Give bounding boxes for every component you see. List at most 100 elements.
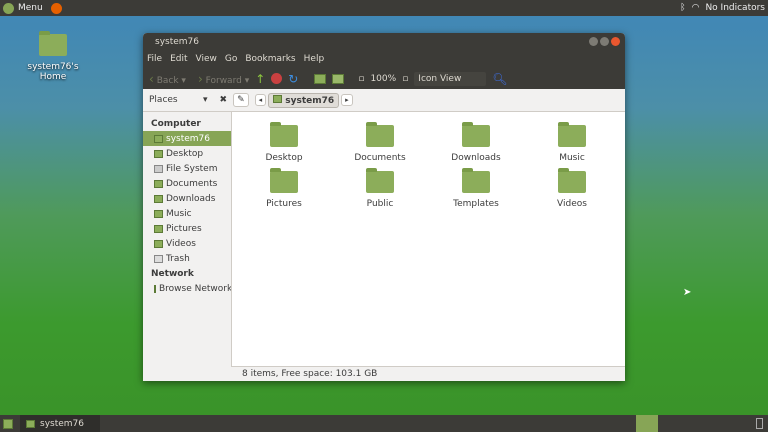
sidebar-label: Videos: [166, 239, 196, 249]
close-button[interactable]: [611, 37, 620, 46]
videos-icon: [154, 240, 163, 248]
menu-button[interactable]: Menu: [3, 3, 62, 14]
up-icon[interactable]: ↑: [255, 72, 265, 86]
file-item-public[interactable]: Public: [332, 166, 428, 206]
back-button[interactable]: ‹ Back ▾: [149, 72, 186, 86]
firefox-icon[interactable]: [51, 3, 62, 14]
sidebar-label: Desktop: [166, 149, 203, 159]
music-folder-icon: [558, 125, 586, 147]
zoom-level: 100%: [370, 74, 396, 84]
desktop-home-icon[interactable]: system76's Home: [14, 34, 92, 82]
file-label: Videos: [524, 199, 620, 209]
breadcrumb[interactable]: system76: [268, 93, 339, 108]
sidebar-item-documents[interactable]: Documents: [143, 176, 231, 191]
indicators-label[interactable]: No Indicators: [705, 3, 765, 13]
documents-icon: [154, 180, 163, 188]
menu-go[interactable]: Go: [225, 54, 237, 64]
status-bar: 8 items, Free space: 103.1 GB: [232, 366, 625, 381]
sidebar-item-music[interactable]: Music: [143, 206, 231, 221]
file-item-music[interactable]: Music: [524, 120, 620, 160]
menu-edit[interactable]: Edit: [170, 54, 187, 64]
places-dropdown-icon[interactable]: ▾: [203, 95, 208, 105]
zoom-in-icon[interactable]: ▫: [402, 74, 408, 84]
sidebar: Computer system76 Desktop File System Do…: [143, 112, 232, 367]
sidebar-label: Pictures: [166, 224, 202, 234]
sidebar-item-browse-network[interactable]: Browse Network: [143, 281, 231, 296]
back-label: Back: [157, 76, 179, 86]
menu-view[interactable]: View: [196, 54, 217, 64]
file-item-downloads[interactable]: Downloads: [428, 120, 524, 160]
top-panel: Menu ᛒ ◠ No Indicators: [0, 0, 768, 16]
sidebar-item-videos[interactable]: Videos: [143, 236, 231, 251]
view-mode-select[interactable]: Icon View: [414, 72, 486, 86]
network-header: Network: [143, 266, 231, 281]
sidebar-item-system76[interactable]: system76: [143, 131, 231, 146]
forward-label: Forward: [206, 76, 242, 86]
file-label: Pictures: [236, 199, 332, 209]
desktop-folder-icon: [270, 125, 298, 147]
trash-icon: [154, 255, 163, 263]
search-icon[interactable]: 🔍︎: [492, 72, 507, 86]
file-label: Music: [524, 153, 620, 163]
menu-file[interactable]: File: [147, 54, 162, 64]
sidebar-item-desktop[interactable]: Desktop: [143, 146, 231, 161]
sidebar-item-trash[interactable]: Trash: [143, 251, 231, 266]
downloads-icon: [154, 195, 163, 203]
crumb-left-button[interactable]: ◂: [255, 94, 267, 106]
desktop-icon: [154, 150, 163, 158]
forward-button[interactable]: › Forward ▾: [198, 72, 249, 86]
computer-icon[interactable]: [332, 74, 344, 84]
sidebar-label: Downloads: [166, 194, 215, 204]
sidebar-label: Trash: [166, 254, 190, 264]
folder-icon: [26, 420, 35, 428]
show-desktop-icon[interactable]: [3, 419, 13, 429]
home-icon: [154, 135, 163, 143]
taskbar-item-system76[interactable]: system76: [20, 415, 100, 432]
zoom-out-icon[interactable]: ▫: [358, 74, 364, 84]
home-icon[interactable]: [314, 74, 326, 84]
computer-header: Computer: [143, 116, 231, 131]
stop-icon[interactable]: [271, 73, 282, 84]
file-item-documents[interactable]: Documents: [332, 120, 428, 160]
trash-applet-icon[interactable]: [756, 418, 763, 429]
sidebar-label: Documents: [166, 179, 217, 189]
sidebar-item-pictures[interactable]: Pictures: [143, 221, 231, 236]
drive-icon: [154, 165, 163, 173]
sidebar-label: File System: [166, 164, 217, 174]
minimize-button[interactable]: [589, 37, 598, 46]
home-label: system76's Home: [14, 62, 92, 82]
title-bar[interactable]: system76: [143, 33, 625, 50]
toolbar: ‹ Back ▾ › Forward ▾ ↑ ↻ ▫ 100% ▫ Icon V…: [143, 68, 625, 89]
edit-path-button[interactable]: ✎: [233, 93, 249, 107]
breadcrumb-label: system76: [285, 96, 334, 106]
file-view[interactable]: Desktop Documents Downloads Music Pictur…: [232, 112, 625, 367]
menu-bookmarks[interactable]: Bookmarks: [245, 54, 295, 64]
file-label: Templates: [428, 199, 524, 209]
wifi-icon[interactable]: ◠: [692, 3, 700, 13]
bluetooth-icon[interactable]: ᛒ: [680, 3, 685, 13]
sidebar-item-file-system[interactable]: File System: [143, 161, 231, 176]
back-arrow-icon: ‹: [149, 72, 154, 86]
file-item-videos[interactable]: Videos: [524, 166, 620, 206]
public-folder-icon: [366, 171, 394, 193]
sidebar-item-downloads[interactable]: Downloads: [143, 191, 231, 206]
crumb-right-button[interactable]: ▸: [341, 94, 353, 106]
file-item-pictures[interactable]: Pictures: [236, 166, 332, 206]
menu-help[interactable]: Help: [304, 54, 325, 64]
home-folder-icon: [39, 34, 67, 56]
places-select[interactable]: Places: [149, 95, 197, 105]
file-item-templates[interactable]: Templates: [428, 166, 524, 206]
file-label: Public: [332, 199, 428, 209]
videos-folder-icon: [558, 171, 586, 193]
file-item-desktop[interactable]: Desktop: [236, 120, 332, 160]
maximize-button[interactable]: [600, 37, 609, 46]
documents-folder-icon: [366, 125, 394, 147]
downloads-folder-icon: [462, 125, 490, 147]
reload-icon[interactable]: ↻: [288, 72, 298, 86]
workspace-switcher[interactable]: [636, 415, 658, 432]
close-pane-icon[interactable]: ✖: [220, 95, 228, 105]
pictures-icon: [154, 225, 163, 233]
music-icon: [154, 210, 163, 218]
menu-label: Menu: [18, 3, 43, 13]
mint-menu-icon: [3, 3, 14, 14]
